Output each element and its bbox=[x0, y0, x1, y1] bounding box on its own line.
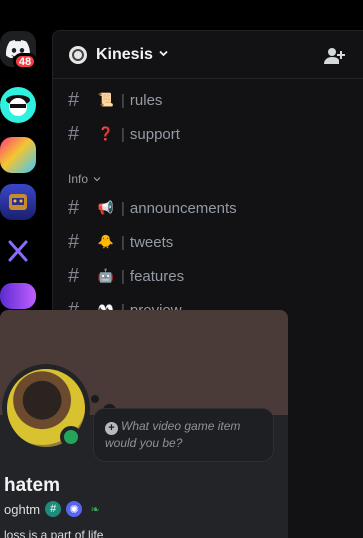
server-avatar-icon bbox=[69, 45, 87, 64]
leaf-badge-icon[interactable]: ❧ bbox=[87, 501, 103, 517]
unread-badge: 48 bbox=[13, 53, 37, 70]
x-logo-icon bbox=[8, 240, 28, 262]
thought-bubble-dot bbox=[91, 395, 99, 403]
separator: | bbox=[121, 125, 125, 143]
channel-tweets[interactable]: # 🐥 | tweets bbox=[68, 227, 173, 257]
megaphone-emoji: 📢 bbox=[97, 200, 115, 215]
chick-emoji: 🐥 bbox=[97, 234, 115, 249]
server-icon-clown[interactable] bbox=[0, 137, 36, 173]
separator: | bbox=[121, 199, 125, 217]
category-label: Info bbox=[68, 172, 89, 186]
server-icon-skull[interactable] bbox=[0, 87, 36, 123]
server-icon-robot[interactable] bbox=[0, 184, 36, 220]
separator: | bbox=[121, 233, 125, 251]
channel-support[interactable]: # ❓ | support bbox=[68, 119, 180, 149]
display-name: hatem bbox=[4, 475, 60, 496]
hashtag-icon: # bbox=[68, 88, 80, 111]
scroll-emoji: 📜 bbox=[97, 92, 115, 107]
separator: | bbox=[121, 267, 125, 285]
channel-announcements[interactable]: # 📢 | announcements bbox=[68, 193, 237, 223]
hashtag-icon: # bbox=[68, 196, 80, 219]
channel-name: rules bbox=[129, 91, 163, 109]
channel-name: support bbox=[129, 125, 180, 143]
server-header[interactable]: Kinesis bbox=[53, 31, 363, 79]
hashtag-icon: # bbox=[68, 230, 80, 253]
profile-bio: loss is a part of life bbox=[4, 528, 104, 538]
hashtag-badge-icon[interactable]: # bbox=[45, 501, 62, 517]
chevron-down-icon bbox=[93, 177, 101, 182]
hashtag-icon: # bbox=[68, 122, 80, 145]
invite-people-icon[interactable] bbox=[323, 45, 345, 67]
server-icon-omix[interactable] bbox=[0, 283, 36, 309]
hashtag-icon: # bbox=[68, 264, 80, 287]
server-name: Kinesis bbox=[96, 45, 153, 63]
channel-rules[interactable]: # 📜 | rules bbox=[68, 85, 162, 115]
username: oghtm bbox=[4, 501, 41, 517]
chevron-down-icon bbox=[158, 48, 169, 62]
channel-name: announcements bbox=[129, 199, 237, 217]
channel-features[interactable]: # 🤖 | features bbox=[68, 261, 184, 291]
status-prompt: What video game item would you be? bbox=[105, 419, 241, 450]
robot-icon bbox=[9, 194, 27, 210]
question-emoji: ❓ bbox=[97, 126, 115, 141]
category-info[interactable]: Info bbox=[68, 172, 101, 186]
robot-emoji: 🤖 bbox=[97, 268, 115, 283]
online-status-icon bbox=[60, 426, 82, 448]
skull-icon bbox=[6, 95, 30, 116]
channel-name: features bbox=[129, 267, 185, 285]
custom-status-bubble[interactable]: + What video game item would you be? bbox=[93, 408, 274, 462]
channel-name: tweets bbox=[129, 233, 174, 251]
username-row: oghtm # ✺ ❧ bbox=[4, 501, 103, 517]
separator: | bbox=[121, 91, 125, 109]
plus-circle-icon: + bbox=[105, 422, 118, 435]
nitro-badge-icon[interactable]: ✺ bbox=[66, 501, 83, 517]
server-icon-x[interactable] bbox=[0, 233, 36, 269]
user-profile-popout: + What video game item would you be? hate… bbox=[0, 310, 288, 538]
